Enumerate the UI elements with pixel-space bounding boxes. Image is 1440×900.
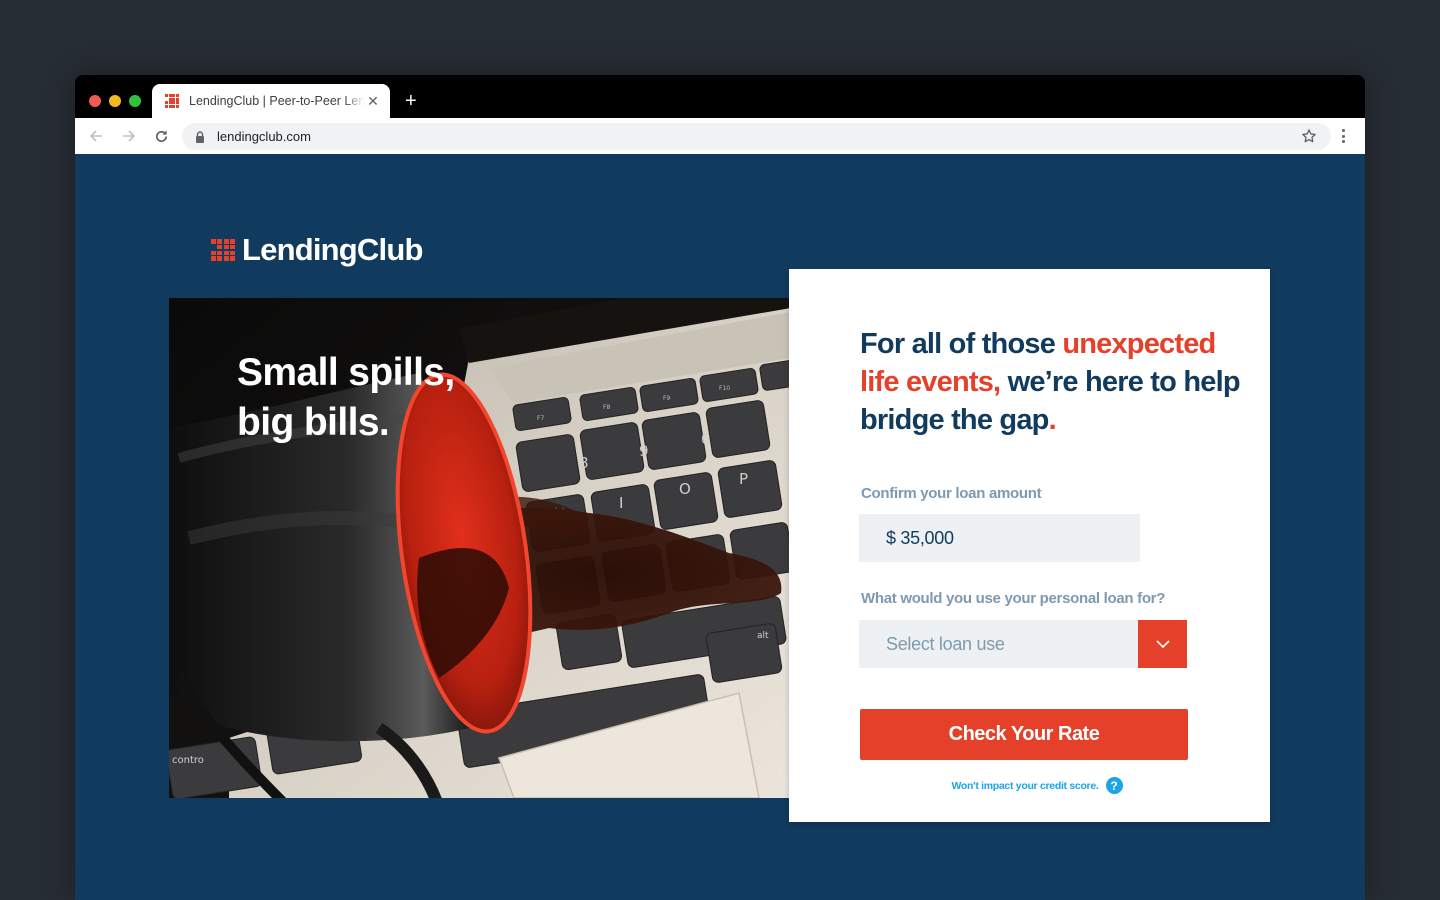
address-bar[interactable]: lendingclub.com [182,123,1331,150]
browser-toolbar: lendingclub.com [75,118,1365,154]
lock-icon [194,130,206,143]
hero-headline: Small spills, big bills. [237,348,455,448]
logo-text: LendingClub [242,232,423,267]
svg-text:0: 0 [701,430,711,448]
browser-tab[interactable]: LendingClub | Peer-to-Peer Lending ✕ [152,84,390,118]
tab-title: LendingClub | Peer-to-Peer Lending [189,94,365,108]
help-question-icon[interactable]: ? [1105,777,1123,794]
svg-text:I: I [619,494,623,512]
heading-period: . [1048,404,1057,436]
url-text: lendingclub.com [217,129,311,144]
svg-text:8: 8 [579,454,589,472]
lendingclub-logo[interactable]: LendingClub [211,232,423,268]
hero-headline-line-2: big bills. [237,401,390,444]
svg-text:contro: contro [172,755,204,766]
page-content: LendingClub 8 9 0 I O P alt contro F7 F8… [75,154,1365,900]
browser-menu-icon[interactable] [1335,127,1351,145]
loan-form-card: For all of those unexpected life events,… [789,269,1270,822]
svg-text:P: P [739,470,748,488]
loan-amount-input[interactable] [859,514,1140,562]
new-tab-button[interactable]: + [405,91,417,111]
hero-headline-line-1: Small spills, [237,351,455,394]
browser-window: LendingClub | Peer-to-Peer Lending ✕ + l… [75,75,1365,900]
svg-text:9: 9 [639,442,649,460]
close-tab-icon[interactable]: ✕ [365,93,381,109]
credit-score-disclaimer-link[interactable]: Won't impact your credit score. [951,780,1098,792]
minimize-window-button[interactable] [109,95,121,107]
loan-use-placeholder: Select loan use [886,633,1005,654]
svg-text:alt: alt [757,631,769,641]
reload-button[interactable] [151,126,171,146]
lendingclub-favicon-icon [165,94,179,108]
hero-image: 8 9 0 U I O P alt contro F7 F8 F9 F10 [169,298,791,798]
check-your-rate-button[interactable]: Check Your Rate [860,709,1188,760]
chevron-down-icon [1155,640,1170,649]
dropdown-toggle[interactable] [1138,620,1187,668]
tab-bar: LendingClub | Peer-to-Peer Lending ✕ + [75,75,1365,118]
svg-text:F8: F8 [603,404,610,411]
heading-text: For all of those [860,328,1063,360]
svg-text:F9: F9 [663,395,670,402]
forward-button[interactable] [119,126,139,146]
svg-text:O: O [679,480,691,498]
reload-icon [155,129,167,142]
maximize-window-button[interactable] [129,95,141,107]
arrow-left-icon [89,130,102,142]
loan-use-label: What would you use your personal loan fo… [861,590,1166,607]
close-window-button[interactable] [89,95,101,107]
svg-text:F7: F7 [537,415,544,422]
loan-amount-label: Confirm your loan amount [861,485,1042,502]
svg-text:F10: F10 [719,385,730,392]
arrow-right-icon [123,130,136,142]
bookmark-star-icon[interactable] [1301,128,1317,144]
credit-score-note: Won't impact your credit score. ? [789,777,1270,794]
loan-use-select[interactable]: Select loan use [859,620,1187,668]
form-heading: For all of those unexpected life events,… [860,325,1241,439]
logo-grid-icon [211,239,235,261]
back-button[interactable] [86,126,106,146]
